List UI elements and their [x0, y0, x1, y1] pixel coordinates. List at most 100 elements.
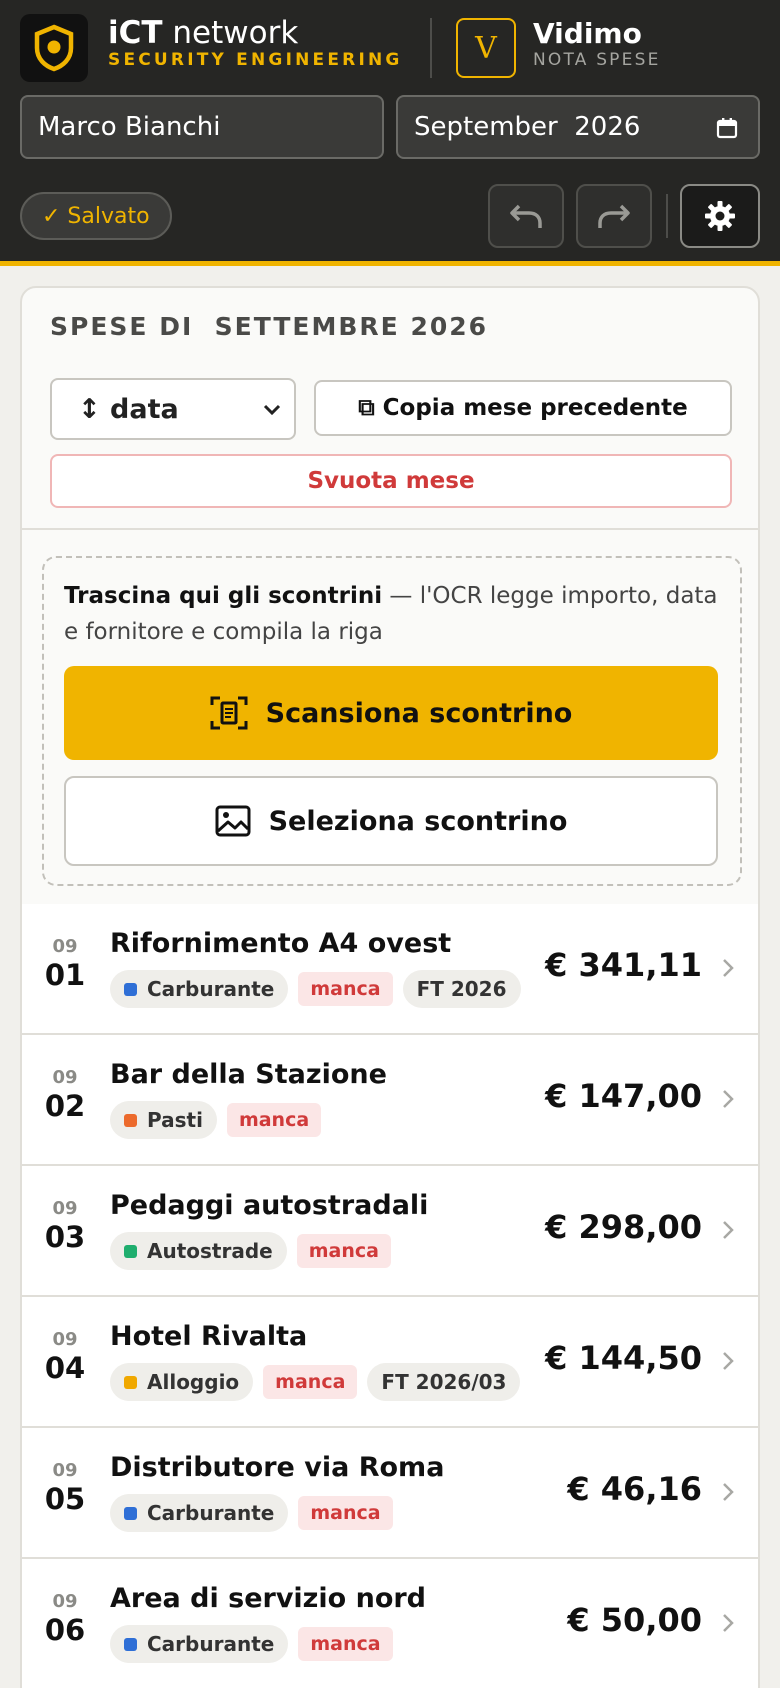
missing-receipt-badge: manca — [263, 1365, 358, 1399]
row-day: 06 — [44, 1613, 86, 1647]
toolbar-divider — [666, 194, 668, 238]
undo-icon — [510, 204, 542, 228]
row-amount: € 46,16 — [567, 1470, 702, 1508]
image-icon — [215, 805, 251, 837]
category-color-dot — [124, 982, 137, 996]
category-label: Carburante — [147, 1632, 275, 1656]
chevron-right-icon — [723, 1483, 734, 1501]
row-month: 09 — [52, 1067, 78, 1088]
expense-row[interactable]: 09 05 Distributore via Roma Carburante manca… — [22, 1428, 758, 1559]
saved-status-badge: ✓ Salvato — [20, 192, 172, 240]
expenses-card: SPESE DI SETTEMBRE 2026 ↕ data ⧉ Copia m… — [20, 286, 760, 1688]
category-tag: Pasti — [110, 1101, 217, 1139]
row-month: 09 — [52, 1329, 78, 1350]
row-tags: Carburante manca — [110, 1494, 524, 1532]
app-subtitle: NOTA SPESE — [533, 50, 661, 70]
clear-month-button[interactable]: Svuota mese — [50, 454, 732, 508]
shield-logo-icon — [20, 14, 88, 82]
employee-name-value: Marco Bianchi — [38, 112, 221, 142]
row-amount: € 147,00 — [545, 1077, 702, 1115]
row-tags: Carburante manca — [110, 1625, 524, 1663]
expense-row[interactable]: 09 02 Bar della Stazione Pasti manca € 147,00 — [22, 1035, 758, 1166]
row-month: 09 — [52, 1591, 78, 1612]
gear-icon — [705, 201, 735, 231]
chevron-right-icon — [723, 1221, 734, 1239]
month-picker-field[interactable]: September 2026 — [396, 95, 760, 159]
row-month: 09 — [52, 936, 78, 957]
chevron-right-icon — [723, 959, 734, 977]
missing-receipt-badge: manca — [298, 1627, 393, 1661]
app-name: Vidimo — [533, 17, 642, 50]
row-day: 02 — [44, 1089, 86, 1123]
category-tag: Autostrade — [110, 1232, 287, 1270]
divider — [22, 528, 758, 530]
row-vendor-title: Area di servizio nord — [110, 1583, 427, 1614]
missing-receipt-badge: manca — [226, 1103, 322, 1137]
scan-receipt-button[interactable]: Scansiona scontrino — [64, 666, 718, 760]
card-title: SPESE DI SETTEMBRE 2026 — [50, 312, 489, 341]
header-divider — [430, 18, 432, 78]
row-day: 04 — [44, 1351, 86, 1385]
category-label: Autostrade — [147, 1239, 273, 1263]
missing-receipt-badge: manca — [298, 1496, 393, 1530]
brand-name: iCT network — [108, 15, 299, 51]
select-receipt-label: Seleziona scontrino — [268, 805, 568, 837]
row-vendor-title: Distributore via Roma — [110, 1452, 445, 1483]
invoice-ref-tag: FT 2026 — [402, 970, 521, 1008]
category-label: Carburante — [147, 977, 275, 1001]
expense-row[interactable]: 09 01 Rifornimento A4 ovest Carburante manca… — [22, 904, 758, 1035]
row-amount: € 298,00 — [545, 1208, 702, 1246]
chevron-right-icon — [723, 1352, 734, 1370]
category-color-dot — [124, 1244, 137, 1258]
row-vendor-title: Rifornimento A4 ovest — [110, 928, 452, 959]
scan-receipt-label: Scansiona scontrino — [265, 697, 573, 729]
category-tag: Carburante — [110, 1494, 289, 1532]
category-tag: Carburante — [110, 970, 289, 1008]
row-vendor-title: Bar della Stazione — [110, 1059, 387, 1090]
expense-row[interactable]: 09 06 Area di servizio nord Carburante manca… — [22, 1559, 758, 1688]
row-vendor-title: Hotel Rivalta — [110, 1321, 308, 1352]
row-tags: Alloggio manca FT 2026/03 — [110, 1363, 524, 1401]
calendar-icon[interactable] — [716, 117, 738, 139]
app-header: iCT network SECURITY ENGINEERING V Vidim… — [0, 0, 780, 266]
category-color-dot — [124, 1637, 137, 1651]
brand-tagline: SECURITY ENGINEERING — [108, 50, 403, 70]
category-tag: Carburante — [110, 1625, 289, 1663]
row-tags: Autostrade manca — [110, 1232, 524, 1270]
drop-zone-instructions: Trascina qui gli scontrini — l'OCR legge… — [64, 583, 718, 645]
select-receipt-button[interactable]: Seleziona scontrino — [64, 776, 718, 866]
row-day: 05 — [44, 1482, 86, 1516]
row-month: 09 — [52, 1198, 78, 1219]
row-vendor-title: Pedaggi autostradali — [110, 1190, 429, 1221]
copy-previous-month-button[interactable]: ⧉ Copia mese precedente — [314, 380, 732, 436]
category-tag: Alloggio — [110, 1363, 254, 1401]
sort-select[interactable]: ↕ data — [50, 378, 296, 440]
missing-receipt-badge: manca — [298, 972, 393, 1006]
row-amount: € 50,00 — [567, 1601, 702, 1639]
redo-button[interactable] — [576, 184, 652, 248]
invoice-ref-tag: FT 2026/03 — [367, 1363, 521, 1401]
category-color-dot — [124, 1506, 137, 1520]
undo-button[interactable] — [488, 184, 564, 248]
month-value: September 2026 — [414, 112, 641, 142]
row-month: 09 — [52, 1460, 78, 1481]
chevron-down-icon — [263, 404, 281, 416]
category-color-dot — [124, 1375, 137, 1389]
category-label: Carburante — [147, 1501, 275, 1525]
sort-select-value: ↕ data — [78, 393, 179, 425]
row-amount: € 144,50 — [545, 1339, 702, 1377]
expense-row[interactable]: 09 04 Hotel Rivalta Alloggio manca FT 2026/03… — [22, 1297, 758, 1428]
row-amount: € 341,11 — [545, 946, 702, 984]
settings-button[interactable] — [680, 184, 760, 248]
app-logo: V — [456, 18, 516, 78]
scan-receipt-icon — [210, 695, 248, 731]
row-day: 03 — [44, 1220, 86, 1254]
row-tags: Pasti manca — [110, 1101, 524, 1139]
expense-row[interactable]: 09 03 Pedaggi autostradali Autostrade manca €… — [22, 1166, 758, 1297]
employee-name-field[interactable]: Marco Bianchi — [20, 95, 384, 159]
redo-icon — [598, 204, 630, 228]
chevron-right-icon — [723, 1614, 734, 1632]
category-label: Pasti — [147, 1108, 203, 1132]
missing-receipt-badge: manca — [296, 1234, 391, 1268]
receipt-drop-zone[interactable]: Trascina qui gli scontrini — l'OCR legge… — [42, 556, 742, 886]
